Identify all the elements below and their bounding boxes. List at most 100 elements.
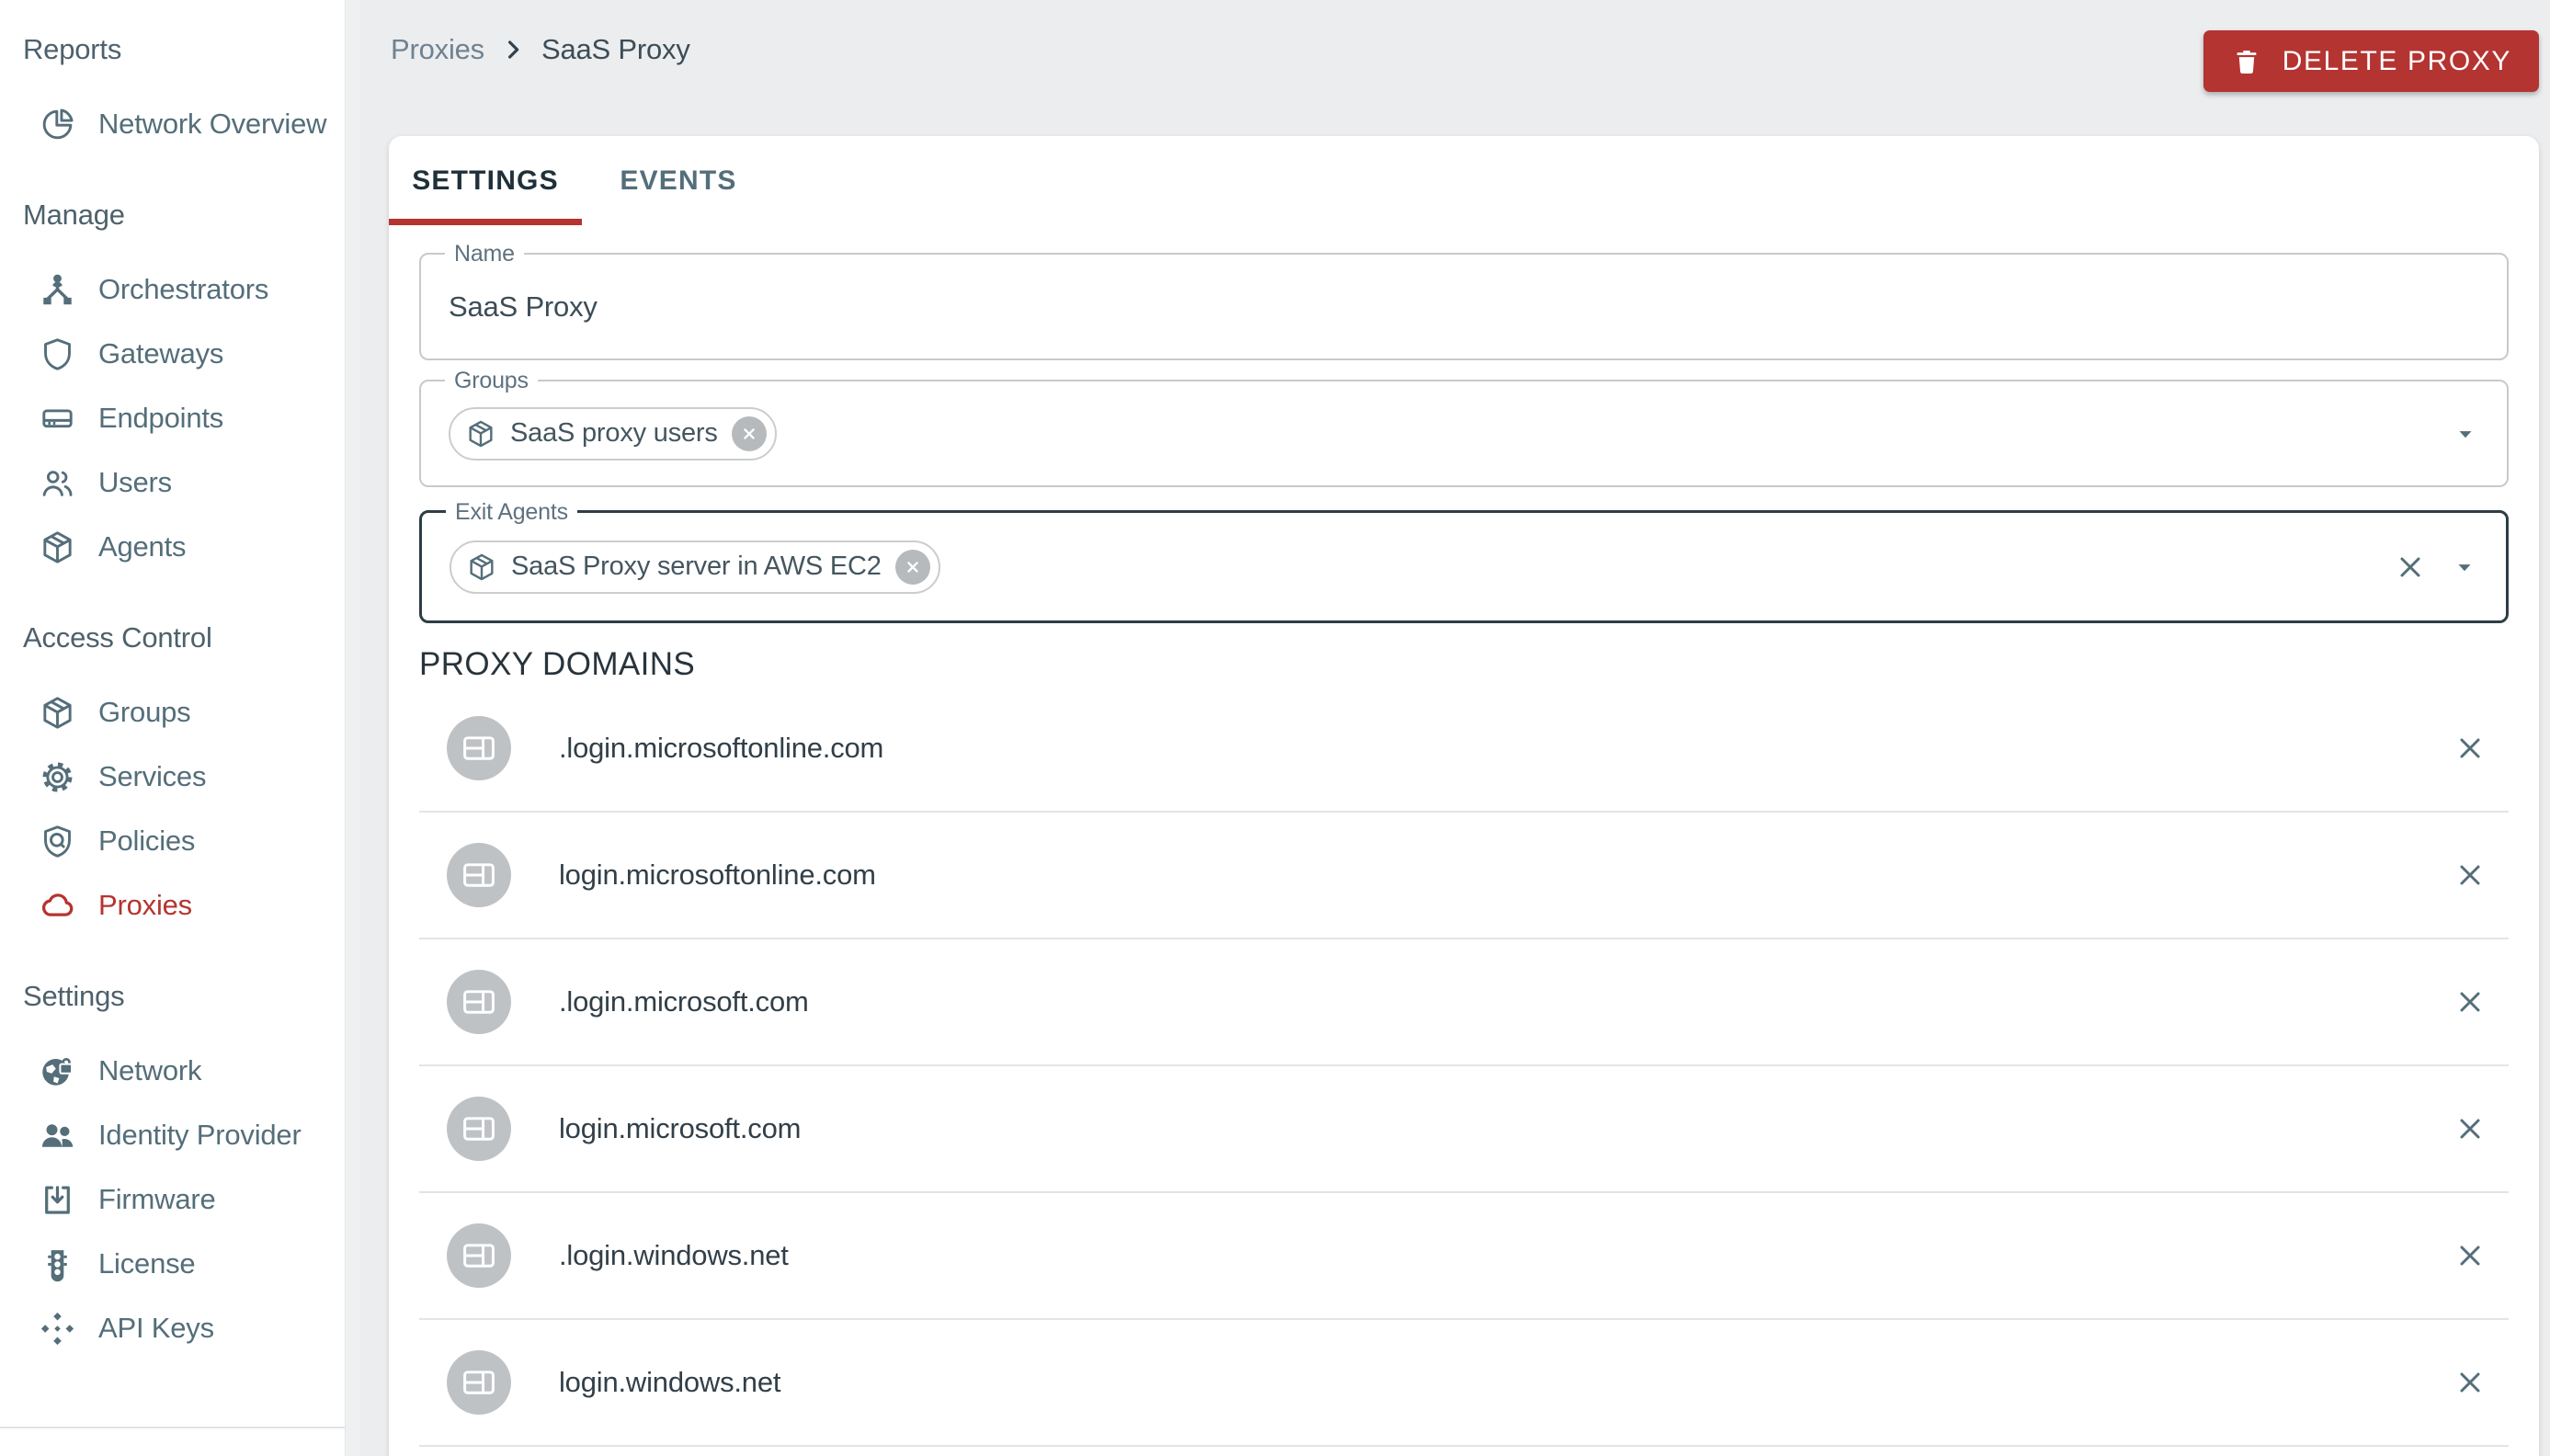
- sidebar-section-header: Reports: [23, 33, 122, 65]
- proxy-domain-list: .login.microsoftonline.com login.microso…: [419, 686, 2509, 1447]
- name-field: Name: [419, 240, 2509, 360]
- groups-field-label: Groups: [445, 367, 538, 394]
- exit-agents-dropdown-caret[interactable]: [2451, 553, 2478, 581]
- sidebar-item-proxies[interactable]: Proxies: [0, 873, 345, 938]
- exit-agents-clear-button[interactable]: [2394, 551, 2427, 584]
- sidebar-item-label: Users: [98, 466, 172, 498]
- remove-domain-button[interactable]: [2450, 982, 2490, 1022]
- sidebar-item-label: Policies: [98, 825, 196, 857]
- remove-group-chip-button[interactable]: [731, 415, 767, 451]
- sidebar-item-identity-provider[interactable]: Identity Provider: [0, 1103, 345, 1167]
- sidebar-scrollbar[interactable]: [345, 0, 360, 1456]
- groups-dropdown-caret[interactable]: [2452, 420, 2479, 448]
- remove-exit-agent-chip-button[interactable]: [894, 549, 930, 585]
- sidebar-item-label: Services: [98, 760, 207, 792]
- domain-row: .login.microsoftonline.com: [419, 686, 2509, 813]
- sidebar-item-users[interactable]: Users: [0, 450, 345, 515]
- download-icon: [45, 1185, 70, 1214]
- pie-chart-icon: [42, 108, 74, 139]
- domain-avatar: [447, 1350, 511, 1415]
- sidebar-item-endpoints[interactable]: Endpoints: [0, 386, 345, 450]
- name-input[interactable]: [449, 290, 2369, 324]
- sidebar-item-gateways[interactable]: Gateways: [0, 322, 345, 386]
- close-icon: [743, 427, 755, 439]
- group-chip-label: SaaS proxy users: [510, 418, 718, 448]
- shield-search-icon: [44, 825, 71, 858]
- web-icon: [463, 736, 495, 760]
- sidebar-item-label: Network: [98, 1054, 202, 1086]
- exit-agents-field-label: Exit Agents: [446, 498, 577, 526]
- breadcrumb-link-proxies[interactable]: Proxies: [391, 33, 484, 66]
- domain-avatar: [447, 716, 511, 780]
- sidebar-item-api-keys[interactable]: API Keys: [0, 1296, 345, 1360]
- sidebar-item-firmware[interactable]: Firmware: [0, 1167, 345, 1232]
- sidebar-section-header: Settings: [23, 980, 125, 1012]
- sidebar-item-label: License: [98, 1247, 196, 1280]
- groups-field[interactable]: Groups SaaS proxy users: [419, 367, 2509, 487]
- tab-bar: SETTINGS EVENTS: [389, 136, 2539, 225]
- orchestrator-icon: [43, 274, 72, 304]
- sidebar-section-header: Access Control: [23, 621, 212, 654]
- sidebar-item-license[interactable]: License: [0, 1232, 345, 1296]
- web-icon: [463, 863, 495, 887]
- close-icon: [2460, 738, 2480, 758]
- sidebar-item-label: Firmware: [98, 1183, 216, 1215]
- breadcrumb: Proxies SaaS Proxy: [391, 33, 690, 66]
- globe-lock-icon: [40, 1057, 74, 1086]
- remove-domain-button[interactable]: [2450, 1109, 2490, 1149]
- sidebar-section-header: Manage: [23, 199, 125, 231]
- shield-icon: [44, 337, 71, 370]
- tab-settings[interactable]: SETTINGS: [389, 136, 582, 225]
- sidebar-item-label: Proxies: [98, 889, 192, 921]
- sidebar-item-network-overview[interactable]: Network Overview: [0, 92, 345, 156]
- proxy-domains-heading: PROXY DOMAINS: [419, 646, 696, 682]
- remove-domain-button[interactable]: [2450, 1362, 2490, 1403]
- sidebar-item-label: Agents: [98, 530, 187, 563]
- close-icon: [2400, 557, 2420, 576]
- sidebar-item-groups[interactable]: Groups: [0, 680, 345, 745]
- sidebar-item-label: Identity Provider: [98, 1119, 302, 1151]
- sidebar-item-label: Orchestrators: [98, 273, 269, 305]
- remove-domain-button[interactable]: [2450, 1235, 2490, 1276]
- tab-events[interactable]: EVENTS: [582, 136, 775, 225]
- remove-domain-button[interactable]: [2450, 728, 2490, 768]
- domain-label: login.microsoftonline.com: [559, 859, 876, 891]
- web-icon: [463, 990, 495, 1014]
- delete-proxy-button[interactable]: DELETE PROXY: [2203, 30, 2539, 92]
- sidebar-item-label: API Keys: [98, 1312, 214, 1344]
- domain-avatar: [447, 843, 511, 907]
- cube-icon: [43, 696, 72, 729]
- sidebar-section-manage: Manage Orchestrators Gateways Endpoints …: [0, 197, 345, 579]
- proxy-settings-card: SETTINGS EVENTS Name Groups SaaS proxy u…: [389, 136, 2539, 1456]
- sidebar-section-settings: Settings Network Identity Provider Firmw…: [0, 978, 345, 1360]
- domain-label: .login.microsoft.com: [559, 985, 809, 1018]
- sidebar-item-orchestrators[interactable]: Orchestrators: [0, 257, 345, 322]
- sidebar-item-policies[interactable]: Policies: [0, 809, 345, 873]
- domain-avatar: [447, 1097, 511, 1161]
- close-icon: [906, 561, 918, 573]
- sidebar-section-reports: Reports Network Overview: [0, 31, 345, 156]
- close-icon: [2460, 1372, 2480, 1393]
- remove-domain-button[interactable]: [2450, 855, 2490, 895]
- sidebar-item-label: Network Overview: [98, 108, 327, 140]
- app-root: Reports Network Overview Manage Orchestr…: [0, 0, 2550, 1456]
- domain-label: login.windows.net: [559, 1366, 781, 1398]
- gear-icon: [39, 758, 76, 796]
- topbar: Proxies SaaS Proxy DELETE PROXY: [360, 0, 2550, 136]
- sidebar-item-services[interactable]: Services: [0, 745, 345, 809]
- domain-row: login.microsoft.com: [419, 1066, 2509, 1193]
- close-icon: [2460, 865, 2480, 885]
- package-icon: [43, 530, 72, 563]
- domain-row: .login.microsoft.com: [419, 939, 2509, 1066]
- exit-agents-field[interactable]: Exit Agents SaaS Proxy server in AWS EC2: [419, 498, 2509, 623]
- group-chip: SaaS proxy users: [449, 406, 777, 461]
- sidebar-item-agents[interactable]: Agents: [0, 515, 345, 579]
- device-icon: [42, 408, 73, 427]
- exit-agent-chip: SaaS Proxy server in AWS EC2: [450, 540, 940, 594]
- cube-icon: [470, 553, 494, 580]
- sidebar-item-label: Groups: [98, 696, 191, 728]
- sidebar-bottom-divider: [0, 1427, 345, 1428]
- chevron-right-icon: [507, 40, 519, 59]
- sidebar-item-network[interactable]: Network: [0, 1039, 345, 1103]
- sidebar-item-label: Gateways: [98, 337, 224, 370]
